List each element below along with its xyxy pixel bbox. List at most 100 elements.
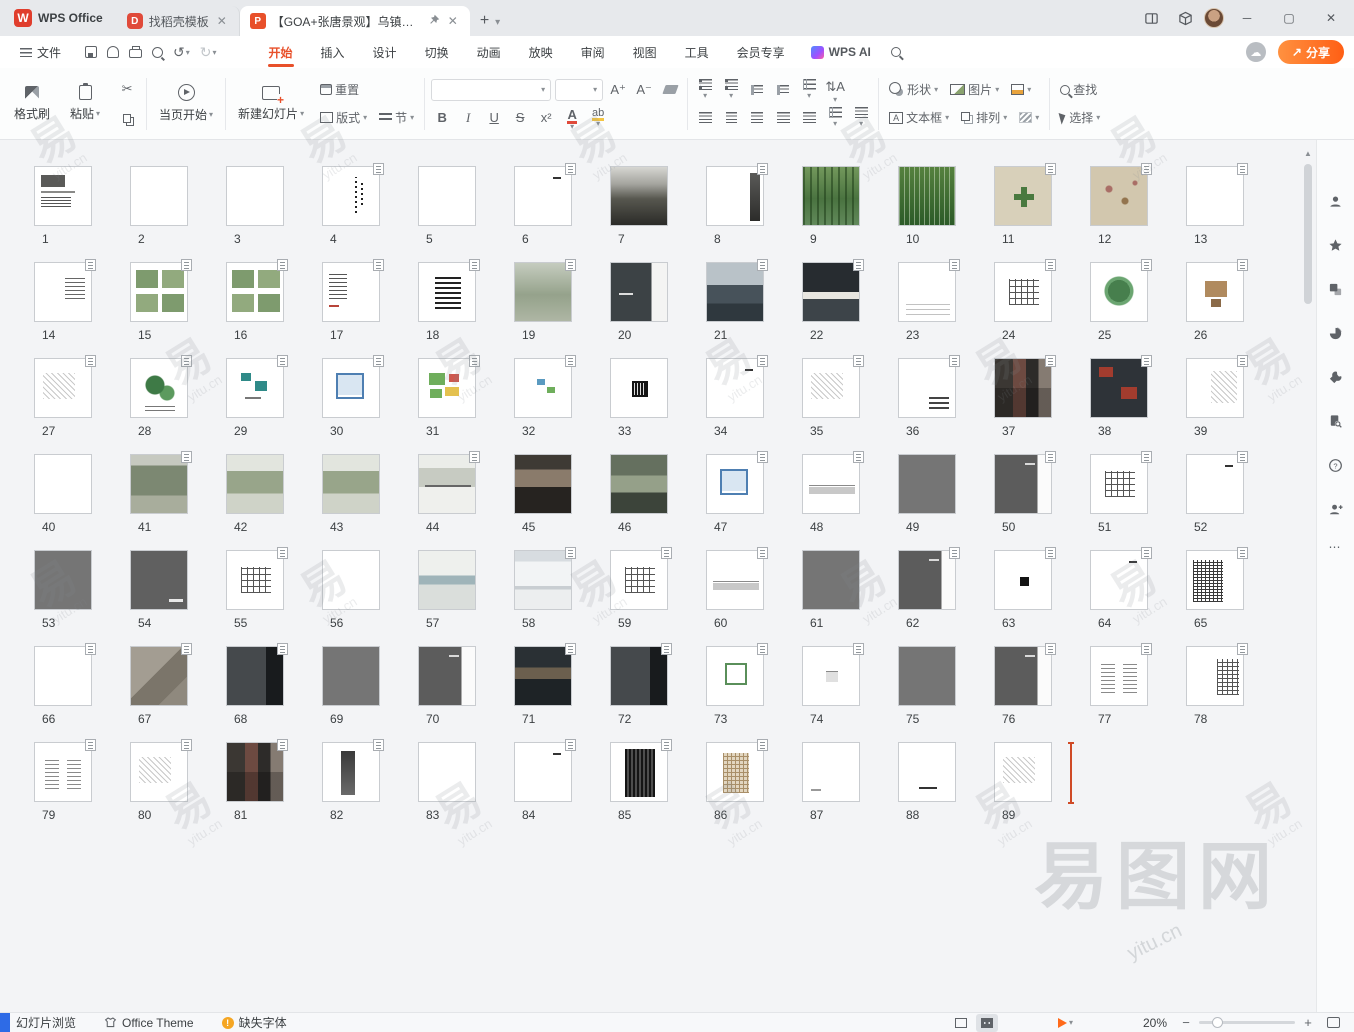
layout-button[interactable]: 版式▾ bbox=[316, 107, 371, 129]
slide-thumbnail[interactable] bbox=[418, 550, 476, 610]
slide-thumbnail[interactable] bbox=[514, 646, 572, 706]
slide-cell[interactable]: 70 bbox=[418, 646, 514, 742]
justify-button[interactable] bbox=[772, 107, 794, 129]
slide-thumbnail[interactable] bbox=[226, 550, 284, 610]
underline-button[interactable]: U bbox=[483, 107, 505, 129]
scroll-up-icon[interactable]: ▲ bbox=[1302, 148, 1314, 160]
slide-thumbnail[interactable] bbox=[610, 454, 668, 514]
slide-cell[interactable]: 87 bbox=[802, 742, 898, 838]
slide-thumbnail[interactable] bbox=[802, 742, 860, 802]
slide-cell[interactable]: 18 bbox=[418, 262, 514, 358]
slide-thumbnail[interactable] bbox=[610, 742, 668, 802]
paste-button[interactable]: 粘贴▾ bbox=[62, 74, 108, 134]
slide-cell[interactable]: 89 bbox=[994, 742, 1090, 838]
slide-thumbnail[interactable] bbox=[1090, 550, 1148, 610]
slide-cell[interactable]: 79 bbox=[34, 742, 130, 838]
redo-button[interactable]: ↻▾ bbox=[200, 44, 217, 61]
slide-thumbnail[interactable] bbox=[322, 454, 380, 514]
line-spacing-button[interactable]: ▾ bbox=[824, 107, 846, 129]
slide-thumbnail[interactable] bbox=[130, 454, 188, 514]
tab-membership[interactable]: 会员专享 bbox=[725, 38, 797, 67]
slide-cell[interactable]: 21 bbox=[706, 262, 802, 358]
text-direction-button[interactable]: ⇅A▾ bbox=[824, 79, 846, 101]
slide-cell[interactable]: 8 bbox=[706, 166, 802, 262]
components-panel-icon[interactable] bbox=[1323, 276, 1349, 302]
find-button[interactable]: 查找 bbox=[1056, 79, 1101, 101]
slide-cell[interactable]: 24 bbox=[994, 262, 1090, 358]
slide-thumbnail[interactable] bbox=[226, 742, 284, 802]
slide-cell[interactable]: 33 bbox=[610, 358, 706, 454]
slide-thumbnail[interactable] bbox=[130, 550, 188, 610]
slide-cell[interactable]: 10 bbox=[898, 166, 994, 262]
slide-thumbnail[interactable] bbox=[34, 166, 92, 226]
slide-thumbnail[interactable] bbox=[1090, 454, 1148, 514]
slide-thumbnail[interactable] bbox=[1186, 262, 1244, 322]
slide-thumbnail[interactable] bbox=[226, 454, 284, 514]
slide-thumbnail[interactable] bbox=[130, 262, 188, 322]
slide-cell[interactable]: 53 bbox=[34, 550, 130, 646]
superscript-button[interactable]: x² bbox=[535, 107, 557, 129]
slide-cell[interactable]: 28 bbox=[130, 358, 226, 454]
slide-thumbnail[interactable] bbox=[802, 646, 860, 706]
slide-thumbnail[interactable] bbox=[226, 646, 284, 706]
slide-thumbnail[interactable] bbox=[1186, 454, 1244, 514]
slide-cell[interactable]: 22 bbox=[802, 262, 898, 358]
slide-thumbnail[interactable] bbox=[610, 550, 668, 610]
slide-cell[interactable]: 26 bbox=[1186, 262, 1282, 358]
slide-cell[interactable]: 68 bbox=[226, 646, 322, 742]
slide-cell[interactable]: 14 bbox=[34, 262, 130, 358]
slide-thumbnail[interactable] bbox=[706, 454, 764, 514]
slide-cell[interactable]: 7 bbox=[610, 166, 706, 262]
slide-cell[interactable]: 37 bbox=[994, 358, 1090, 454]
clear-format-button[interactable] bbox=[659, 79, 681, 101]
slide-thumbnail[interactable] bbox=[514, 166, 572, 226]
slide-thumbnail[interactable] bbox=[418, 742, 476, 802]
contacts-panel-icon[interactable] bbox=[1323, 496, 1349, 522]
slide-cell[interactable]: 42 bbox=[226, 454, 322, 550]
slide-thumbnail[interactable] bbox=[514, 262, 572, 322]
slide-cell[interactable]: 60 bbox=[706, 550, 802, 646]
pin-icon[interactable] bbox=[428, 14, 440, 29]
slide-thumbnail[interactable] bbox=[898, 454, 956, 514]
slide-thumbnail[interactable] bbox=[34, 358, 92, 418]
reset-slide-button[interactable]: 重置 bbox=[316, 79, 363, 101]
slide-thumbnail[interactable] bbox=[802, 358, 860, 418]
slide-cell[interactable]: 69 bbox=[322, 646, 418, 742]
slide-cell[interactable]: 77 bbox=[1090, 646, 1186, 742]
normal-view-button[interactable] bbox=[950, 1014, 972, 1032]
slide-cell[interactable]: 32 bbox=[514, 358, 610, 454]
slide-cell[interactable]: 65 bbox=[1186, 550, 1282, 646]
slide-thumbnail[interactable] bbox=[322, 646, 380, 706]
cut-button[interactable]: ✂ bbox=[116, 78, 138, 100]
slide-cell[interactable]: 46 bbox=[610, 454, 706, 550]
slide-cell[interactable]: 3 bbox=[226, 166, 322, 262]
slide-cell[interactable]: 83 bbox=[418, 742, 514, 838]
slide-cell[interactable]: 17 bbox=[322, 262, 418, 358]
print-preview-button[interactable] bbox=[152, 47, 163, 58]
slide-cell[interactable]: 55 bbox=[226, 550, 322, 646]
slide-thumbnail[interactable] bbox=[514, 358, 572, 418]
paragraph-settings-button[interactable]: ▾ bbox=[850, 107, 872, 129]
slide-thumbnail[interactable] bbox=[994, 358, 1052, 418]
slide-thumbnail[interactable] bbox=[706, 262, 764, 322]
slide-thumbnail[interactable] bbox=[418, 262, 476, 322]
zoom-slider[interactable] bbox=[1199, 1021, 1295, 1024]
slide-cell[interactable]: 40 bbox=[34, 454, 130, 550]
slide-cell[interactable]: 88 bbox=[898, 742, 994, 838]
arrange-button[interactable]: 排列▾ bbox=[957, 107, 1011, 129]
slide-thumbnail[interactable] bbox=[418, 358, 476, 418]
increase-font-button[interactable]: A⁺ bbox=[607, 79, 629, 101]
slide-cell[interactable]: 25 bbox=[1090, 262, 1186, 358]
slide-cell[interactable]: 13 bbox=[1186, 166, 1282, 262]
slide-thumbnail[interactable] bbox=[802, 550, 860, 610]
vertical-scrollbar[interactable]: ▲ bbox=[1302, 148, 1314, 1004]
fill-color-button[interactable]: ▾ bbox=[1007, 79, 1035, 101]
slide-thumbnail[interactable] bbox=[994, 550, 1052, 610]
missing-fonts-button[interactable]: ! 缺失字体 bbox=[222, 1014, 287, 1031]
slide-cell[interactable]: 61 bbox=[802, 550, 898, 646]
minimize-button[interactable]: ─ bbox=[1228, 3, 1266, 33]
tab-home[interactable]: 开始 bbox=[257, 38, 305, 67]
slide-cell[interactable]: 72 bbox=[610, 646, 706, 742]
slide-cell[interactable]: 63 bbox=[994, 550, 1090, 646]
tab-view[interactable]: 视图 bbox=[621, 38, 669, 67]
